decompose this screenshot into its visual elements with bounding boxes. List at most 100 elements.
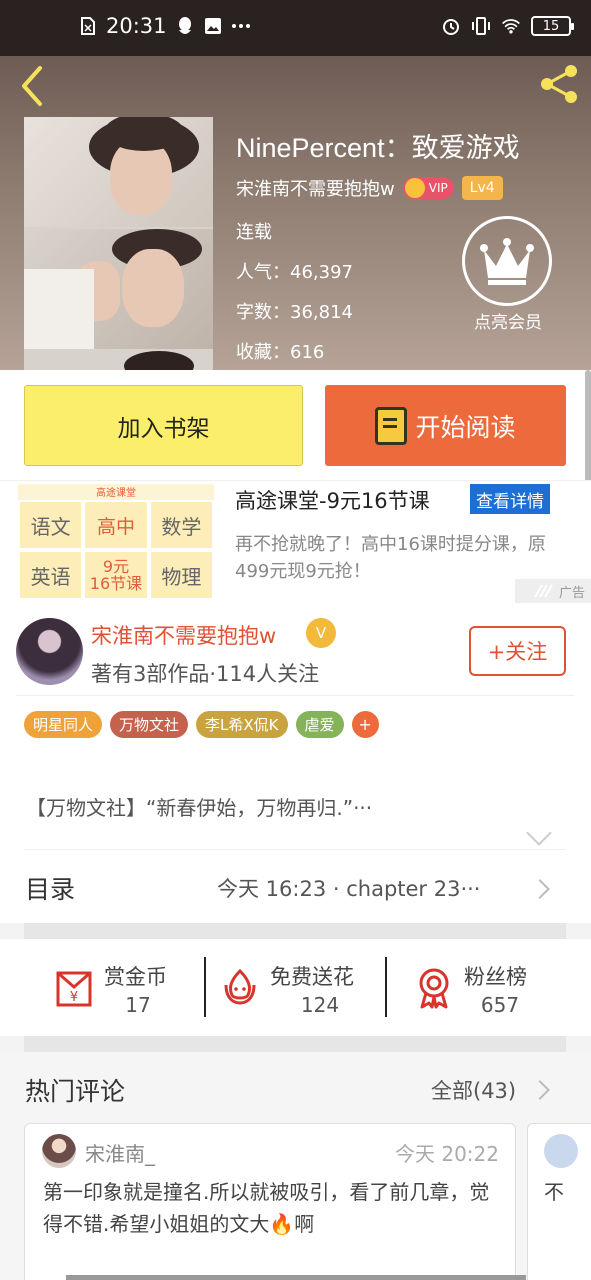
ad-cell: 高中	[83, 500, 149, 550]
fans-label: 粉丝榜	[464, 965, 527, 989]
chevron-right-icon[interactable]	[530, 1080, 550, 1100]
level-badge: Lv4	[461, 176, 503, 200]
qq-icon	[175, 16, 195, 36]
ad-title[interactable]: 高途课堂-9元16节课	[235, 485, 430, 515]
stats-row: ¥ 赏金币 17 免费送花 124 粉丝榜 657	[0, 939, 591, 1036]
commenter-avatar[interactable]	[42, 1134, 76, 1168]
divider	[385, 957, 387, 1017]
start-reading-button[interactable]: 开始阅读	[325, 385, 566, 466]
more-dots-icon	[231, 16, 251, 36]
battery-level: 15	[542, 18, 560, 34]
cover-photo-top	[24, 117, 213, 227]
ad-detail-button[interactable]: 查看详情	[470, 484, 550, 514]
vibrate-icon	[471, 16, 491, 36]
start-reading-label: 开始阅读	[415, 412, 516, 442]
ad-subject-grid: 语文 高中 数学 英语 9元 16节课 物理	[18, 500, 214, 600]
verified-badge-icon: V	[306, 618, 336, 648]
comment-card[interactable]: 宋淮南_ 今天 20:22 第一印象就是撞名.所以就被吸引，看了前几章，觉得不错…	[24, 1123, 516, 1280]
fans-value: 657	[480, 993, 520, 1017]
medal-icon	[419, 968, 449, 1009]
author-row: 宋淮南不需要抱抱w VIP Lv4	[236, 175, 503, 201]
comment-card[interactable]: 不	[527, 1123, 591, 1280]
ad-cell: 数学	[148, 500, 214, 550]
hero-author-name[interactable]: 宋淮南不需要抱抱w	[236, 175, 395, 201]
table-of-contents-row[interactable]: 目录 今天 16:23 · chapter 23···	[0, 850, 591, 923]
latest-chapter: 今天 16:23 · chapter 23···	[217, 877, 481, 901]
commenter-avatar[interactable]	[544, 1134, 578, 1168]
member-button[interactable]	[462, 216, 552, 306]
commenter-name[interactable]: 宋淮南_	[85, 1138, 155, 1167]
crown-icon	[480, 238, 534, 285]
status-bar: 20:31 15	[0, 0, 591, 56]
divider	[16, 695, 575, 696]
share-button[interactable]	[537, 62, 581, 106]
battery-icon: 15	[531, 16, 574, 36]
divider	[204, 957, 206, 1017]
vip-label: VIP	[428, 181, 448, 195]
popularity: 人气：46,397	[236, 262, 353, 283]
comments-title: 热门评论	[25, 1077, 126, 1106]
back-arrow-icon	[22, 66, 42, 106]
section-divider	[24, 1036, 566, 1052]
ad-brand: 高途课堂	[96, 488, 136, 499]
flowers-value: 124	[300, 993, 340, 1017]
back-button[interactable]	[16, 64, 50, 108]
action-bar: 加入书架 开始阅读	[0, 370, 591, 480]
sim-icon	[78, 16, 98, 36]
ad-cell: 9元 16节课	[83, 550, 149, 600]
ad-cell: 物理	[148, 550, 214, 600]
cover-photo-bottom	[24, 229, 213, 349]
wifi-icon	[501, 16, 521, 36]
flower-icon	[224, 968, 256, 1005]
tag-list: 明星同人 万物文社 李L希X侃K 虐爱 +	[24, 711, 379, 738]
favorites-count: 收藏：616	[236, 342, 325, 363]
book-title: NinePercent：致爱游戏	[236, 133, 520, 163]
ad-cell: 英语	[18, 550, 84, 600]
fan-ranking-button[interactable]: 粉丝榜 657	[412, 957, 552, 1021]
crown-icon	[404, 178, 425, 198]
tag[interactable]: 明星同人	[24, 711, 103, 738]
follow-button[interactable]: +关注	[469, 626, 566, 676]
svg-text:¥: ¥	[70, 990, 78, 1005]
author-name[interactable]: 宋淮南不需要抱抱w	[91, 620, 276, 650]
expand-chevron-icon[interactable]	[526, 820, 552, 846]
author-stats: 著有3部作品·114人关注	[91, 662, 320, 686]
status-right: 15	[441, 16, 574, 36]
add-to-shelf-button[interactable]: 加入书架	[24, 385, 303, 466]
book-icon	[375, 406, 408, 445]
tag[interactable]: 万物文社	[110, 711, 189, 738]
reward-value: 17	[125, 993, 151, 1017]
comments-scrollbar[interactable]	[66, 1275, 526, 1280]
book-cover[interactable]	[24, 117, 213, 370]
image-icon	[203, 16, 223, 36]
reward-label: 赏金币	[104, 965, 167, 989]
comment-text: 不	[544, 1180, 564, 1204]
share-icon	[541, 65, 577, 103]
ad-cell: 语文	[18, 500, 84, 550]
ad-description: 再不抢就晚了！高中16课时提分课，原499元现9元抢！	[235, 534, 546, 582]
ad-banner[interactable]: 高途课堂 语文 高中 数学 英语 9元 16节课 物理 高途课堂-9元16节课 …	[0, 480, 591, 608]
toc-title: 目录	[25, 875, 76, 904]
word-count: 字数：36,814	[236, 302, 353, 323]
book-intro[interactable]: 【万物文社】“新春伊始，万物再归.”···	[26, 792, 372, 821]
book-status: 连载	[236, 222, 272, 243]
chevron-right-icon	[530, 879, 550, 899]
ad-logo-icon	[534, 584, 553, 598]
ad-tag-label: 广告	[558, 585, 585, 601]
red-envelope-icon: ¥	[56, 971, 92, 1007]
member-label[interactable]: 点亮会员	[450, 308, 566, 333]
all-comments-link[interactable]: 全部(43)	[431, 1075, 516, 1105]
hot-comments-section: 热门评论 全部(43) 宋淮南_ 今天 20:22 第一印象就是撞名.所以就被吸…	[0, 1052, 591, 1280]
vip-badge: VIP	[402, 177, 454, 199]
author-avatar[interactable]	[16, 618, 83, 685]
section-divider	[24, 923, 566, 939]
author-section: 宋淮南不需要抱抱w V 著有3部作品·114人关注 +关注 明星同人 万物文社 …	[0, 608, 591, 850]
send-flowers-button[interactable]: 免费送花 124	[218, 957, 378, 1021]
tag[interactable]: 李L希X侃K	[196, 711, 288, 738]
book-header: NinePercent：致爱游戏 宋淮南不需要抱抱w VIP Lv4 连载 人气…	[0, 56, 591, 370]
ad-image[interactable]: 高途课堂 语文 高中 数学 英语 9元 16节课 物理	[18, 484, 214, 600]
tag[interactable]: 虐爱	[295, 711, 344, 738]
more-tags-button[interactable]: +	[351, 711, 379, 738]
flowers-label: 免费送花	[270, 965, 354, 989]
reward-coins-button[interactable]: ¥ 赏金币 17	[52, 957, 192, 1021]
